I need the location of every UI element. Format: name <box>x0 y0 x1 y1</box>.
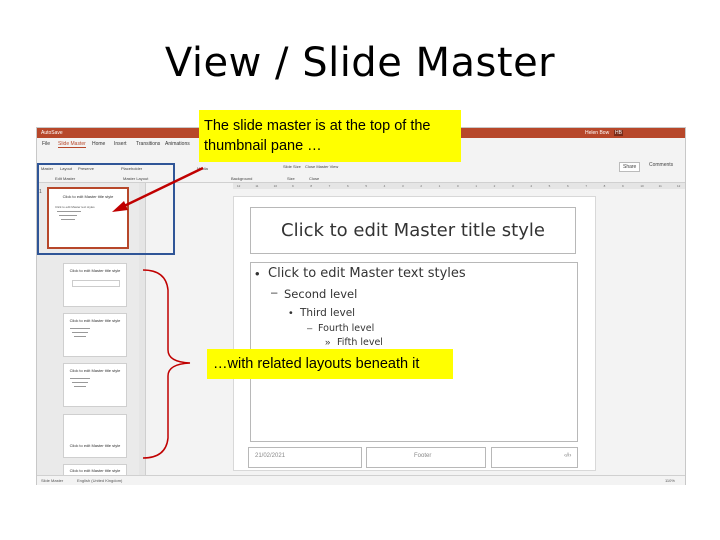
ruler-number: 12 <box>677 184 681 188</box>
autosave-label[interactable]: AutoSave <box>41 130 63 136</box>
ruler-number: 0 <box>457 184 459 188</box>
tab-insert[interactable]: Insert <box>114 141 127 147</box>
layout-thumbnail[interactable]: Click to edit Master title style <box>63 414 127 458</box>
bullet-level-1: • <box>255 266 260 281</box>
layout-thumbnail[interactable]: Click to edit Master title style <box>63 313 127 357</box>
ruler-number: 5 <box>365 184 367 188</box>
text-level-1: Click to edit Master text styles <box>268 266 466 281</box>
ruler-number: 8 <box>603 184 606 188</box>
footer-text: Footer <box>414 453 432 459</box>
ruler-number: 3 <box>512 184 514 188</box>
tab-home[interactable]: Home <box>92 141 105 147</box>
callout-top: The slide master is at the top of the th… <box>199 110 461 162</box>
date-text: 21/02/2021 <box>255 453 286 459</box>
ruler-number: 12 <box>237 184 241 188</box>
slide-number-text: ‹#› <box>564 453 572 459</box>
ruler-number: 2 <box>493 184 496 188</box>
text-level-4: Fourth level <box>318 323 375 334</box>
ruler-number: 2 <box>420 184 422 188</box>
ruler-number: 9 <box>292 184 294 188</box>
user-name: Helen Bow <box>585 130 610 136</box>
callout-bottom: …with related layouts beneath it <box>207 349 453 379</box>
thumb-title: Click to edit Master title style <box>69 268 121 273</box>
status-view: Slide Master <box>41 478 64 483</box>
ruler-number: 11 <box>255 184 259 188</box>
ruler-number: 1 <box>438 184 441 188</box>
thumb-title: Click to edit Master title style <box>69 468 121 473</box>
ruler-number: 10 <box>273 184 277 188</box>
ruler-number: 4 <box>383 184 386 188</box>
ruler-number: 5 <box>548 184 551 188</box>
ruler-number: 3 <box>402 184 404 188</box>
layout-thumbnail[interactable]: Click to edit Master title style <box>63 363 127 407</box>
ruler-number: 7 <box>585 184 587 188</box>
bullet-level-3: • <box>289 307 293 319</box>
ruler-number: 8 <box>310 184 312 188</box>
tab-transitions[interactable]: Transitions <box>136 141 160 147</box>
slide-size-button[interactable]: Slide Size <box>283 164 301 169</box>
ruler-number: 1 <box>475 184 477 188</box>
share-button[interactable]: Share <box>619 162 641 172</box>
zoom-level[interactable]: 110% <box>665 478 675 483</box>
thumb-title: Click to edit Master title style <box>69 443 121 448</box>
user-avatar[interactable]: HB <box>614 130 623 136</box>
master-title-placeholder[interactable]: Click to edit Master title style <box>250 207 576 254</box>
thumb-title: Click to edit Master title style <box>69 368 121 373</box>
ruler-number: 10 <box>640 184 644 188</box>
thumb-title: Click to edit Master title style <box>69 318 121 323</box>
text-level-2: Second level <box>284 287 358 301</box>
tab-animations[interactable]: Animations <box>165 141 190 147</box>
ruler-number: 6 <box>567 184 569 188</box>
footer-placeholder[interactable]: Footer <box>366 447 486 468</box>
ruler-number: 11 <box>658 184 662 188</box>
background-group: Background <box>231 176 253 181</box>
bullet-level-4: – <box>307 323 313 334</box>
slide-number-placeholder[interactable]: ‹#› <box>491 447 578 468</box>
layout-thumbnail[interactable]: Click to edit Master title style <box>63 263 127 307</box>
bullet-level-2: – <box>271 287 278 299</box>
status-language[interactable]: English (United Kingdom) <box>77 478 122 483</box>
tab-slide-master[interactable]: Slide Master <box>58 141 86 148</box>
text-level-5: Fifth level <box>337 337 383 348</box>
horizontal-ruler: 12 11 10 9 8 7 6 5 4 3 2 1 0 1 2 3 4 5 6 7 8 9 10 11 12 <box>233 183 685 189</box>
media-button[interactable]: Media <box>197 166 208 171</box>
ruler-number: 6 <box>347 184 349 188</box>
size-group: Size <box>287 176 295 181</box>
slide-title: View / Slide Master <box>164 40 556 86</box>
tab-file[interactable]: File <box>42 141 50 147</box>
ruler-number: 4 <box>530 184 532 188</box>
text-level-3: Third level <box>300 307 356 319</box>
close-master-view-button[interactable]: Close Master View <box>305 164 338 169</box>
bullet-level-5: » <box>325 337 331 348</box>
ruler-number: 7 <box>328 184 331 188</box>
status-bar: Slide Master English (United Kingdom) 11… <box>37 475 685 485</box>
comments-button[interactable]: Comments <box>649 162 673 168</box>
highlight-box <box>37 163 175 255</box>
date-placeholder[interactable]: 21/02/2021 <box>248 447 362 468</box>
ruler-number: 9 <box>622 184 624 188</box>
close-group: Close <box>309 176 320 181</box>
